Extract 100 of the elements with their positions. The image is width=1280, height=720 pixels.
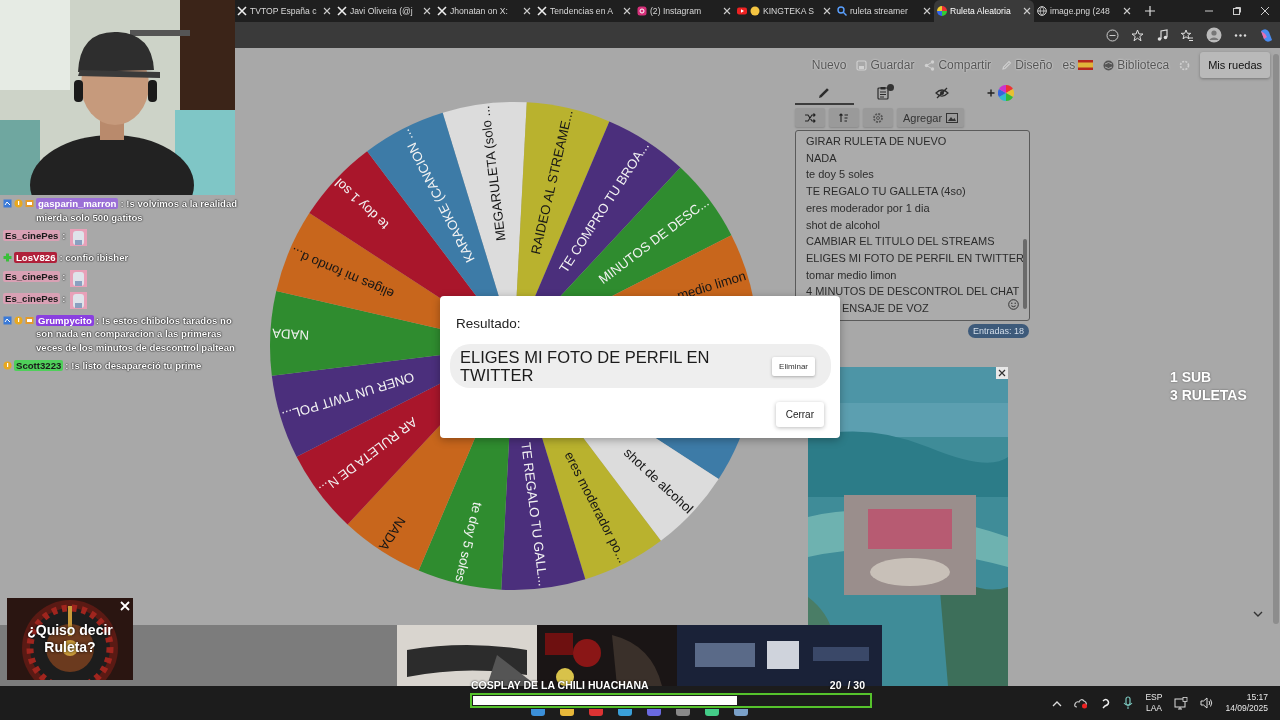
chat-message: Grumpycito : !s estos chibolos tarados no son nada en comparacion a las primeras veces de los minutos de descontrol paltean <box>36 313 236 354</box>
app-icon[interactable] <box>646 709 662 717</box>
browser-tab[interactable]: KINGTEKA S <box>734 0 834 22</box>
entry-line: ELIGES MI FOTO DE PERFIL EN TWITTER <box>806 250 1024 266</box>
minus-circle-icon[interactable] <box>1106 28 1119 42</box>
segment-label: te doy 5 soles <box>452 500 486 584</box>
scrollbar-thumb[interactable] <box>1023 239 1027 309</box>
flag-icon <box>1078 60 1094 70</box>
browser-tab[interactable]: (2) Instagram <box>634 0 734 22</box>
goal-text: 1 SUB <box>1170 368 1213 386</box>
language-indicator[interactable]: ESP LAA <box>1145 692 1163 714</box>
close-icon[interactable] <box>723 7 731 15</box>
remove-button[interactable]: Eliminar <box>772 356 815 376</box>
search-icon <box>837 6 847 16</box>
browser-tab[interactable]: Ruleta Aleatoria <box>934 0 1034 22</box>
x-logo-icon <box>337 6 347 16</box>
segment-label: MEGARULETA (solo ... <box>477 104 509 242</box>
smiley-icon[interactable] <box>1008 299 1019 310</box>
close-icon[interactable] <box>823 7 831 15</box>
star-icon[interactable] <box>1131 28 1144 42</box>
badge-icon <box>14 199 23 208</box>
browser-tab[interactable]: Tendencias en A <box>534 0 634 22</box>
chat-message: LosV826 : confio ibisher <box>14 251 130 265</box>
scrollbar-thumb[interactable] <box>1273 54 1279 624</box>
emoji-icon <box>750 6 760 16</box>
badge-icon <box>25 199 34 208</box>
segment-label: TE REGALO TU GALL... <box>518 441 551 588</box>
goal-title: COSPLAY DE LA CHILI HUACHANA <box>471 679 649 691</box>
entry-line: te doy 5 soles <box>806 167 874 183</box>
browser-tab[interactable]: TVTOP España c <box>234 0 334 22</box>
browser-tab[interactable]: Javi Oliveira (@j <box>334 0 434 22</box>
sort-icon <box>838 111 850 124</box>
camera-icon <box>637 6 647 16</box>
app-icon[interactable] <box>704 709 720 717</box>
entry-line: CAMBIAR EL TITULO DEL STREAMS <box>806 234 995 250</box>
chat-message: Scott3223 : !s listo desapareció tu prime <box>14 359 203 373</box>
add-button[interactable]: Agregar <box>897 108 965 127</box>
close-icon[interactable] <box>623 7 631 15</box>
pencil-icon <box>1001 59 1013 71</box>
copilot-icon[interactable] <box>1259 27 1274 43</box>
tool-button[interactable] <box>795 108 825 127</box>
close-icon[interactable] <box>1260 6 1270 16</box>
entry-line: shot de alcohol <box>806 217 880 233</box>
chevron-up-icon[interactable] <box>1052 699 1063 707</box>
segment-label: te doy 1 sol <box>331 175 392 233</box>
close-icon[interactable] <box>1023 7 1031 15</box>
goal-text: 3 RULETAS <box>1170 386 1247 404</box>
close-icon[interactable] <box>323 7 331 15</box>
my-wheels-button[interactable]: Mis ruedas <box>1200 52 1270 78</box>
close-icon[interactable] <box>523 7 531 15</box>
close-icon[interactable] <box>423 7 431 15</box>
hook-icon[interactable] <box>1100 697 1112 709</box>
browser-tab[interactable]: Jhonatan on X: <box>434 0 534 22</box>
segment-label: NADA <box>271 325 310 343</box>
app-icon[interactable] <box>617 709 633 717</box>
app-icon[interactable] <box>530 709 546 717</box>
app-icon[interactable] <box>675 709 691 717</box>
music-note-icon[interactable] <box>1156 28 1169 42</box>
chat-message: Es_cinePes : <box>3 291 66 305</box>
close-icon[interactable] <box>1123 7 1131 15</box>
tool-button[interactable] <box>829 108 859 127</box>
browser-tab[interactable]: image.png (248 <box>1034 0 1134 22</box>
entry-line: tomar medio limon <box>806 267 897 283</box>
clock[interactable]: 15:17 14/09/2025 <box>1225 692 1268 714</box>
image-icon <box>946 111 959 124</box>
segment-label: eliges mi fondo d... <box>288 244 397 302</box>
microphone-icon[interactable] <box>1123 696 1134 710</box>
tool-button[interactable] <box>863 108 893 127</box>
clipboard-icon <box>876 85 891 100</box>
eye-off-icon <box>934 85 949 100</box>
favorites-icon[interactable] <box>1181 28 1194 42</box>
entry-line: GIRAR RULETA DE NUEVO <box>806 134 947 149</box>
result-text: ELIGES MI FOTO DE PERFIL EN TWITTER <box>460 348 711 384</box>
x-logo-icon <box>237 6 247 16</box>
x-logo-icon <box>537 6 547 16</box>
chat-message: Es_cinePes : <box>3 269 66 283</box>
new-tab-icon[interactable] <box>1144 5 1156 17</box>
count-badge: Entradas: 18 <box>967 324 1029 338</box>
close-icon[interactable] <box>923 7 931 15</box>
share-icon <box>924 59 936 71</box>
cloud-icon[interactable] <box>1074 697 1089 709</box>
app-icon[interactable] <box>559 709 575 717</box>
chevron-down-icon[interactable] <box>1253 611 1263 618</box>
color-wheel-icon <box>937 6 947 16</box>
app-icon[interactable] <box>733 709 749 717</box>
globe-icon <box>1103 59 1115 71</box>
badge-icon <box>3 199 12 208</box>
color-wheel-icon <box>998 84 1015 101</box>
badge-icon <box>25 315 34 325</box>
restore-icon[interactable] <box>1232 6 1242 16</box>
monitor-icon[interactable] <box>1174 696 1189 710</box>
badge-icon <box>3 361 12 370</box>
speaker-icon[interactable] <box>1200 697 1214 709</box>
entries-field[interactable] <box>795 130 1030 321</box>
chat-message: Es_cinePes : <box>3 229 66 243</box>
avatar-icon[interactable] <box>1206 27 1222 43</box>
count-dot <box>886 84 894 91</box>
browser-tab[interactable]: ruleta streamer <box>834 0 934 22</box>
save-icon <box>856 59 868 71</box>
entry-line: TE REGALO TU GALLETA (4so) <box>806 184 966 200</box>
